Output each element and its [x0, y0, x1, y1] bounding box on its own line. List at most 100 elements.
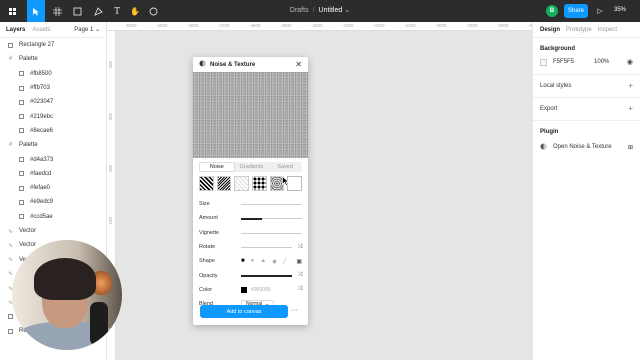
preset-diagonal-lines[interactable]	[216, 176, 232, 191]
layer-row[interactable]: # Palette	[0, 52, 106, 66]
opacity-label: Opacity	[199, 272, 218, 279]
tab-noise[interactable]: Noise	[199, 162, 235, 172]
tab-assets[interactable]: Assets	[32, 27, 50, 33]
diamond-shape-icon[interactable]: ◆	[272, 258, 277, 265]
plugin-row[interactable]: Open Noise & Texture ⊞	[540, 139, 633, 155]
close-icon[interactable]: ✕	[295, 60, 302, 69]
share-button[interactable]: Share	[564, 4, 588, 18]
present-play-icon[interactable]: ▷	[594, 0, 606, 22]
rectangle-icon	[18, 171, 25, 177]
color-swatch[interactable]	[241, 286, 247, 293]
color-hex[interactable]: #000000	[251, 287, 270, 293]
layer-row[interactable]: #fb8500	[0, 67, 106, 81]
square-shape-icon[interactable]: ■	[241, 258, 245, 264]
preset-light-texture[interactable]	[234, 176, 250, 191]
tab-inspect[interactable]: Inspect	[598, 27, 617, 33]
rotate-shuffle-icon[interactable]: ⤨	[297, 244, 302, 251]
page-selector[interactable]: Page 1 ⌄	[74, 26, 100, 33]
ruler-tick-label: -4300	[342, 23, 354, 28]
vignette-slider[interactable]	[241, 232, 302, 234]
noise-texture-logo-icon	[199, 60, 206, 69]
user-avatar[interactable]: B	[546, 5, 558, 17]
eye-icon[interactable]: ◉	[627, 58, 633, 66]
noise-preview	[193, 72, 308, 158]
plugin-window-title: Noise & Texture	[210, 61, 256, 68]
background-hex[interactable]: F5F5F5	[553, 59, 574, 65]
size-slider[interactable]	[241, 204, 302, 205]
size-label: Size	[199, 201, 210, 208]
plugin-name[interactable]: Open Noise & Texture	[553, 144, 612, 150]
layer-name: #e9edc9	[30, 199, 54, 206]
triangle-shape-icon[interactable]: ▲	[260, 258, 266, 264]
color-shuffle-icon[interactable]: ⤨	[297, 286, 302, 293]
tab-saved[interactable]: Saved	[268, 162, 302, 172]
layer-name: Rectangle 27	[19, 42, 55, 49]
opacity-shuffle-icon[interactable]: ⤨	[297, 272, 302, 279]
layer-row[interactable]: #ffb703	[0, 81, 106, 95]
tab-design[interactable]: Design	[540, 27, 560, 33]
ruler-tick-label: 300	[108, 113, 113, 121]
circle-shape-icon[interactable]: ●	[251, 258, 255, 264]
amount-slider[interactable]	[241, 217, 302, 220]
move-tool-icon[interactable]	[27, 0, 45, 22]
shape-tool-icon[interactable]	[69, 0, 85, 22]
layer-name: #d4a373	[30, 156, 54, 163]
ruler-tick-label: 100	[108, 217, 113, 225]
layer-row[interactable]: Rectangle 27	[0, 38, 106, 52]
add-export-plus-icon[interactable]: +	[628, 104, 633, 113]
layers-panel-tabs: Layers Assets Page 1 ⌄	[0, 22, 106, 38]
ruler-tick-label: -3900	[466, 23, 478, 28]
layer-row[interactable]: #ccd5ae	[0, 210, 106, 224]
texture-presets	[193, 172, 308, 191]
export-title: Export	[540, 106, 558, 112]
hand-tool-icon[interactable]: ✋	[128, 0, 142, 22]
ruler-tick-label: -4500	[280, 23, 292, 28]
layer-row[interactable]: # Palette	[0, 138, 106, 152]
plugin-settings-grid-icon[interactable]: ⊞	[628, 144, 633, 151]
layer-row[interactable]: #219ebc	[0, 109, 106, 123]
rotate-slider[interactable]	[241, 246, 292, 248]
layer-row[interactable]: #d4a373	[0, 152, 106, 166]
export-section: Export +	[533, 98, 640, 121]
canvas[interactable]	[116, 31, 532, 360]
frame-tool-icon[interactable]	[49, 0, 65, 22]
background-opacity[interactable]: 100%	[594, 59, 609, 65]
layer-row[interactable]: ∿ Vector	[0, 224, 106, 238]
background-fill-row[interactable]: F5F5F5 100% ◉	[540, 54, 633, 70]
ruler-tick-label: -3800	[497, 23, 509, 28]
local-styles-section: Local styles +	[533, 75, 640, 98]
tab-layers[interactable]: Layers	[6, 27, 25, 33]
opacity-slider-fill	[241, 274, 292, 277]
layer-row[interactable]: #faedcd	[0, 167, 106, 181]
line-shape-icon[interactable]: ╱	[283, 258, 287, 265]
tab-prototype[interactable]: Prototype	[566, 27, 592, 33]
text-tool-icon[interactable]: T	[110, 0, 124, 22]
preset-blank[interactable]	[287, 176, 303, 191]
figma-menu-icon[interactable]	[4, 0, 20, 22]
background-section: Background F5F5F5 100% ◉	[533, 38, 640, 75]
tab-gradients[interactable]: Gradients	[235, 162, 269, 172]
add-to-canvas-button[interactable]: Add to canvas	[200, 305, 288, 318]
layer-name: Palette	[19, 56, 38, 63]
layer-row[interactable]: #8ecae6	[0, 124, 106, 138]
more-options-icon[interactable]: ···	[291, 307, 298, 314]
background-swatch[interactable]	[540, 58, 547, 66]
rotate-row: Rotate ⤨	[193, 240, 308, 254]
vignette-label: Vignette	[199, 229, 220, 236]
breadcrumb-parent[interactable]: Drafts	[290, 7, 309, 14]
layer-name: #fb8500	[30, 70, 52, 77]
opacity-slider[interactable]	[241, 274, 292, 277]
pen-tool-icon[interactable]	[90, 0, 106, 22]
comment-tool-icon[interactable]	[146, 0, 160, 22]
microphone	[90, 302, 108, 346]
preset-dots-pattern[interactable]	[252, 176, 267, 191]
file-name[interactable]: Untitled	[319, 7, 343, 14]
zoom-level[interactable]: 35%	[614, 7, 626, 13]
layer-row[interactable]: #fefae0	[0, 181, 106, 195]
layer-row[interactable]: #e9edc9	[0, 195, 106, 209]
preset-chevron-pattern[interactable]	[199, 176, 214, 191]
layer-row[interactable]: #023047	[0, 95, 106, 109]
chevron-down-icon[interactable]: ⌄	[342, 7, 350, 14]
shape-image-icon[interactable]: ▣	[296, 258, 302, 265]
add-style-plus-icon[interactable]: +	[628, 81, 633, 90]
